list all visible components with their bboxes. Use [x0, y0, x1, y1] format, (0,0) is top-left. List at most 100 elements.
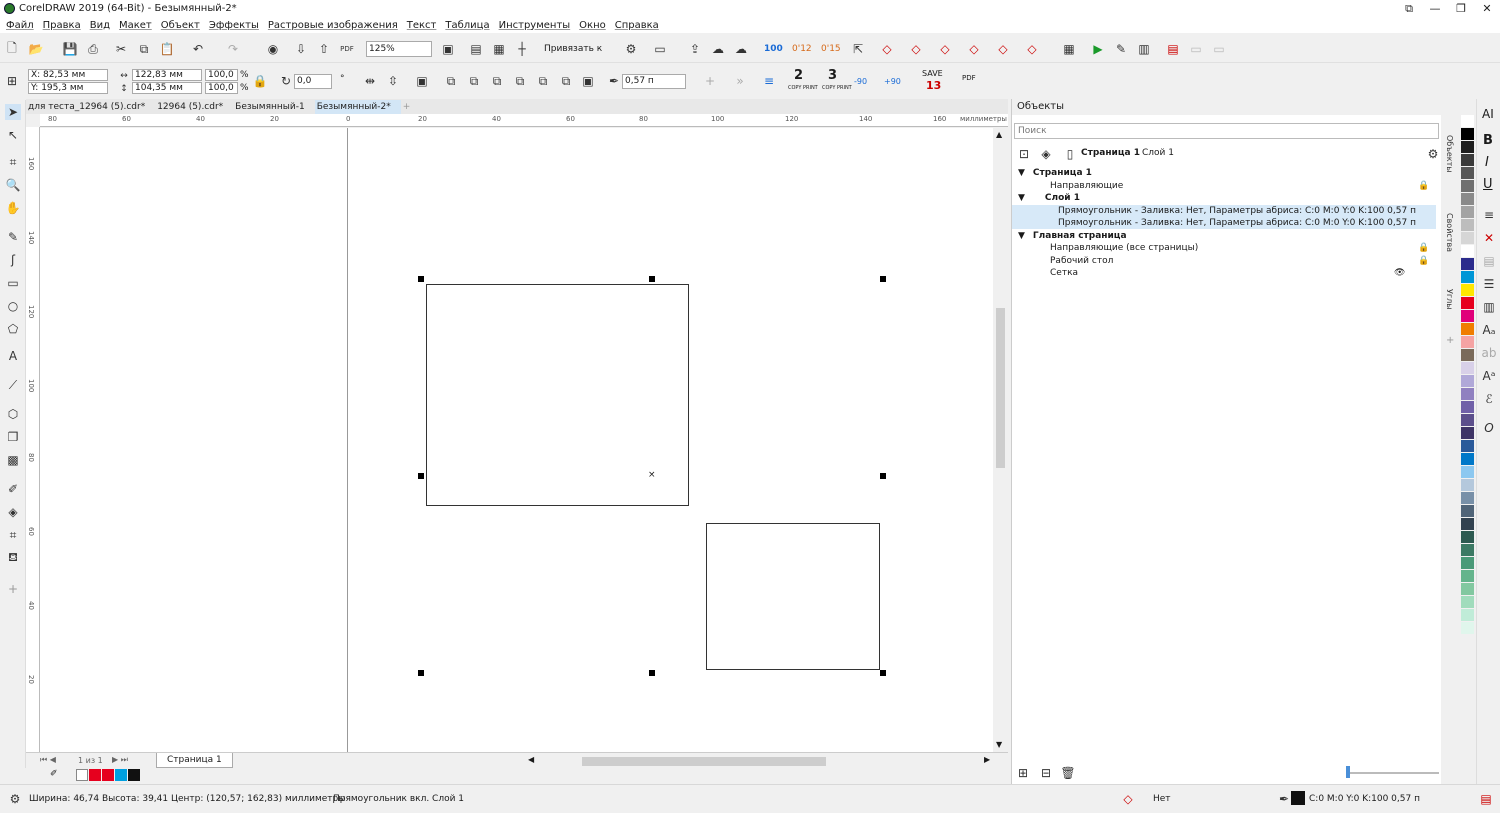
macro-shape-2-icon[interactable]: ◇: [908, 41, 924, 57]
intersect-icon[interactable]: ⧉: [489, 73, 505, 89]
scale-x-field[interactable]: 100,0: [205, 69, 238, 81]
outline-width-select[interactable]: 0,57 п: [622, 74, 686, 89]
print-3-button[interactable]: 3: [828, 68, 837, 83]
palette-swatch[interactable]: [1461, 492, 1474, 505]
palette-swatch[interactable]: [1461, 596, 1474, 609]
new-layer-icon[interactable]: ⊞: [1015, 765, 1031, 781]
x-position-field[interactable]: X: 82,53 мм: [28, 69, 108, 81]
eyedropper-icon[interactable]: ✐: [5, 481, 21, 497]
artistic-media-icon[interactable]: ʃ: [5, 252, 21, 268]
palette-swatch[interactable]: [1461, 167, 1474, 180]
selection-handle-tl[interactable]: [418, 276, 424, 282]
macro-shape-4-icon[interactable]: ◇: [966, 41, 982, 57]
connector-tool-icon[interactable]: ⬡: [5, 406, 21, 422]
menu-tools[interactable]: Инструменты: [499, 20, 571, 31]
fill-none-icon[interactable]: ◇: [1120, 791, 1136, 807]
glyph-icon[interactable]: ℰ: [1481, 391, 1497, 407]
palette-swatch[interactable]: [1461, 271, 1474, 284]
open-icon[interactable]: 📂: [28, 41, 44, 57]
print-2-button[interactable]: 2: [794, 68, 803, 83]
palette-swatch[interactable]: [1461, 141, 1474, 154]
menu-effects[interactable]: Эффекты: [209, 20, 259, 31]
cut-icon[interactable]: ✂: [113, 41, 129, 57]
macro-shape-5-icon[interactable]: ◇: [995, 41, 1011, 57]
delete-icon[interactable]: 🗑: [1060, 765, 1076, 781]
boundary-icon[interactable]: ▣: [580, 73, 596, 89]
transparency-icon[interactable]: ▩: [5, 452, 21, 468]
tree-node-rectangle[interactable]: Прямоугольник - Заливка: Нет, Параметры …: [1012, 217, 1436, 229]
palette-swatch[interactable]: [1461, 440, 1474, 453]
rotation-angle-field[interactable]: 0,0: [294, 74, 332, 89]
text-tool-icon[interactable]: A: [5, 348, 21, 364]
menu-edit[interactable]: Правка: [43, 20, 81, 31]
palette-swatch[interactable]: [1461, 479, 1474, 492]
palette-swatch[interactable]: [1461, 310, 1474, 323]
back-minus-front-icon[interactable]: ⧉: [558, 73, 574, 89]
scroll-down-icon[interactable]: ▼: [996, 740, 1002, 749]
run-icon[interactable]: ▶: [1090, 41, 1106, 57]
interactive-fill-icon[interactable]: ◈: [5, 504, 21, 520]
palette-swatch[interactable]: [1461, 531, 1474, 544]
edit-icon[interactable]: ✎: [1113, 41, 1129, 57]
pan-tool-icon[interactable]: ✋: [5, 200, 21, 216]
macro-100-button[interactable]: 100: [764, 44, 783, 54]
palette-swatch[interactable]: [1461, 414, 1474, 427]
selection-handle-bm[interactable]: [649, 670, 655, 676]
selection-handle-mr[interactable]: [880, 473, 886, 479]
menu-view[interactable]: Вид: [90, 20, 110, 31]
macro-stop-icon[interactable]: ▤: [1165, 41, 1181, 57]
trim-icon[interactable]: ⧉: [466, 73, 482, 89]
layer-manager-icon[interactable]: ⊡: [1016, 146, 1032, 162]
undo-icon[interactable]: ↶: [190, 41, 206, 57]
pdf-export-button[interactable]: PDF: [962, 74, 976, 82]
mesh-fill-icon[interactable]: ⌗: [5, 527, 21, 543]
underline-icon[interactable]: U: [1483, 177, 1493, 192]
palette-swatch[interactable]: [1461, 375, 1474, 388]
eyedropper-icon[interactable]: ✐: [50, 769, 58, 779]
guidelines-icon[interactable]: ┼: [514, 41, 530, 57]
smart-fill-icon[interactable]: ⛾: [5, 550, 21, 566]
y-position-field[interactable]: Y: 195,3 мм: [28, 82, 108, 94]
palette-swatch[interactable]: [1461, 154, 1474, 167]
menu-object[interactable]: Объект: [161, 20, 200, 31]
add-tool-icon[interactable]: +: [5, 581, 21, 597]
scroll-left-icon[interactable]: ◀: [528, 755, 534, 764]
macro-shape-3-icon[interactable]: ◇: [937, 41, 953, 57]
macro-012-button[interactable]: 0'12: [792, 44, 812, 54]
tree-node[interactable]: Направляющие 🔒: [1012, 180, 1436, 192]
palette-swatch[interactable]: [1461, 570, 1474, 583]
add-docker-icon[interactable]: +: [1446, 335, 1454, 346]
width-field[interactable]: 122,83 мм: [132, 69, 202, 81]
palette-swatch[interactable]: [1461, 401, 1474, 414]
swatch-red-2[interactable]: [102, 769, 114, 781]
palette-swatch[interactable]: [1461, 180, 1474, 193]
object-origin-icon[interactable]: ⊞: [4, 73, 20, 89]
status-gear-icon[interactable]: ⚙: [7, 791, 23, 807]
palette-swatch[interactable]: [1461, 193, 1474, 206]
drawing-canvas[interactable]: ×: [40, 128, 993, 752]
palette-swatch[interactable]: [1461, 349, 1474, 362]
macro-015-button[interactable]: 0'15: [821, 44, 841, 54]
maximize-button[interactable]: ❐: [1448, 0, 1474, 17]
new-document-icon[interactable]: 🗋: [4, 41, 20, 57]
font-icon[interactable]: AI: [1482, 107, 1494, 121]
lock-icon[interactable]: 🔒: [1418, 180, 1429, 192]
new-master-layer-icon[interactable]: ⊟: [1038, 765, 1054, 781]
pick-tool-icon[interactable]: ➤: [5, 104, 21, 120]
palette-swatch[interactable]: [1461, 557, 1474, 570]
tab-doc-1[interactable]: для теста_12964 (5).cdr*: [26, 100, 155, 114]
selection-handle-br[interactable]: [880, 670, 886, 676]
rulers-icon[interactable]: ▤: [468, 41, 484, 57]
vertical-scrollbar[interactable]: ▲ ▼: [993, 128, 1008, 752]
group-icon[interactable]: ▣: [414, 73, 430, 89]
tree-node[interactable]: Рабочий стол 🔒: [1012, 255, 1436, 267]
new-tab-icon[interactable]: +: [401, 100, 421, 114]
menu-table[interactable]: Таблица: [445, 20, 489, 31]
front-minus-back-icon[interactable]: ⧉: [535, 73, 551, 89]
palette-swatch[interactable]: [1461, 336, 1474, 349]
crop-tool-icon[interactable]: ⌗: [5, 154, 21, 170]
ellipse-tool-icon[interactable]: ○: [5, 298, 21, 314]
zoom-select[interactable]: 125%: [366, 41, 432, 57]
full-screen-icon[interactable]: ▣: [440, 41, 456, 57]
tree-node-rectangle[interactable]: Прямоугольник - Заливка: Нет, Параметры …: [1012, 205, 1436, 217]
